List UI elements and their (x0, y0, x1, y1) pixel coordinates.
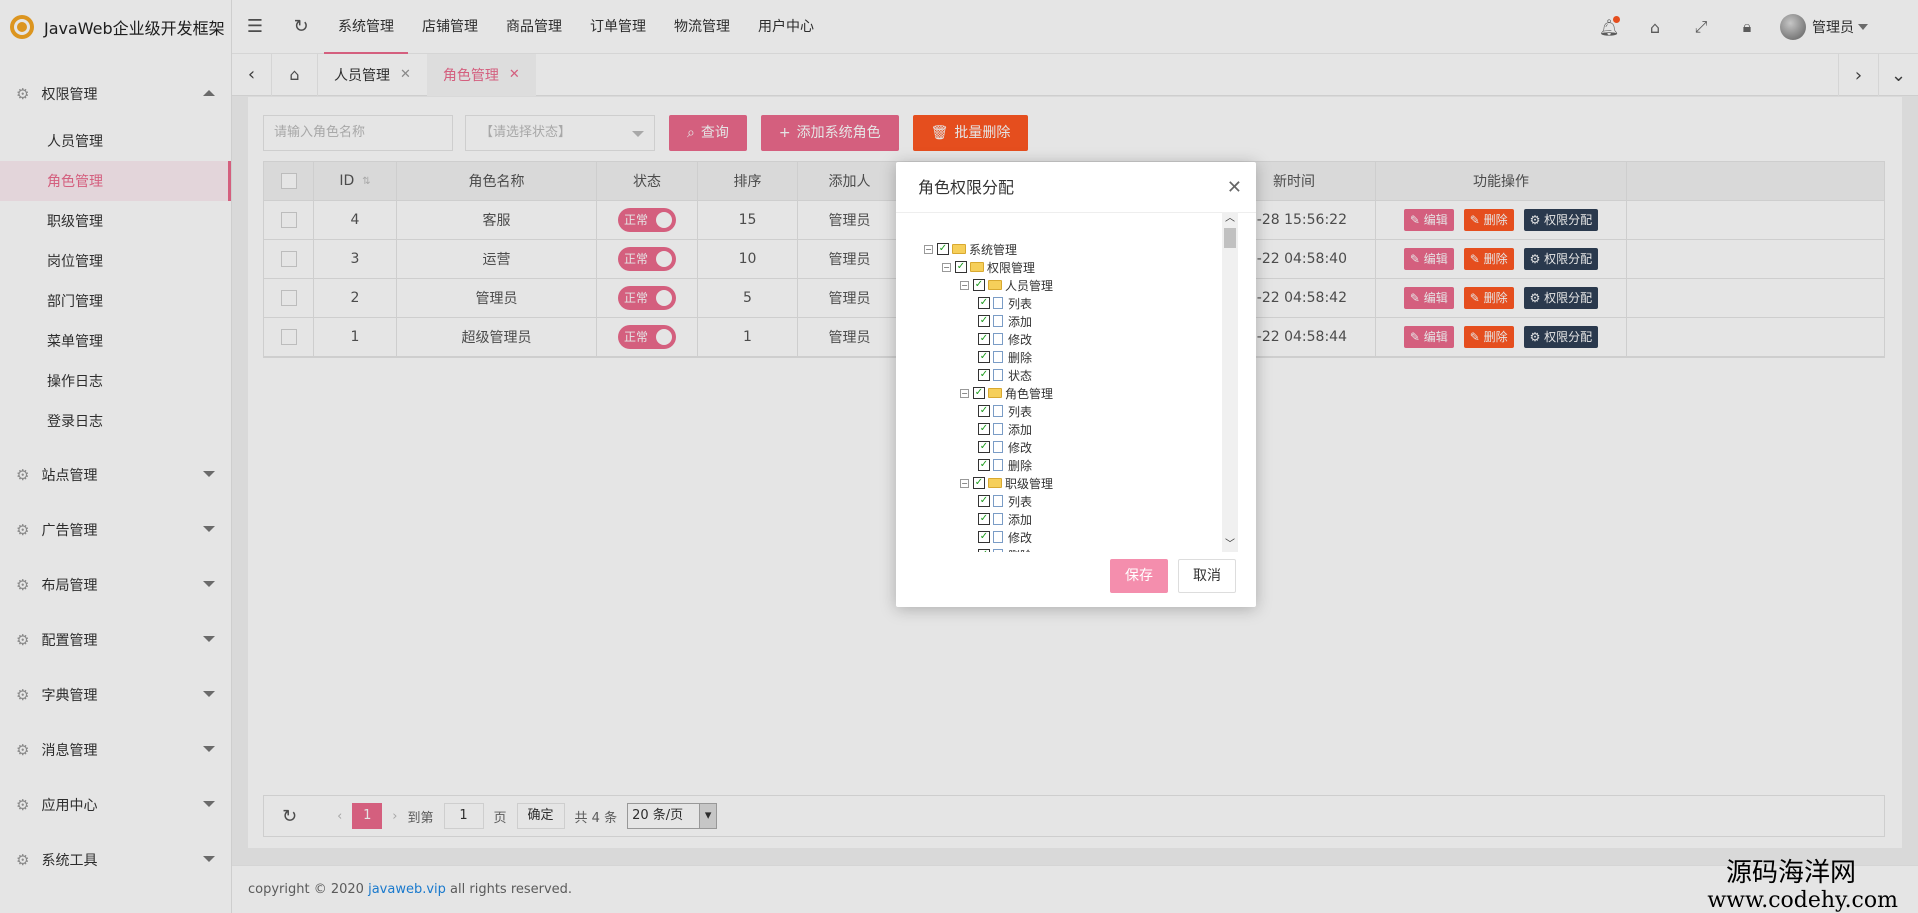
tree-node[interactable]: − ✓ 权限管理 (924, 258, 1214, 276)
tree-leaf[interactable]: ✓ 列表 (924, 402, 1214, 420)
tree-leaf[interactable]: ✓ 添加 (924, 420, 1214, 438)
file-icon (993, 351, 1003, 363)
folder-icon (952, 244, 966, 254)
tree-checkbox[interactable]: ✓ (978, 549, 990, 552)
tree-checkbox[interactable]: ✓ (978, 495, 990, 507)
tree-label: 修改 (1008, 440, 1033, 455)
folder-icon (970, 262, 984, 272)
file-icon (993, 531, 1003, 543)
tree-checkbox[interactable]: ✓ (973, 279, 985, 291)
file-icon (993, 495, 1003, 507)
file-icon (993, 549, 1003, 552)
tree-checkbox[interactable]: ✓ (978, 351, 990, 363)
tree-leaf[interactable]: ✓ 删除 (924, 546, 1214, 552)
tree-checkbox[interactable]: ✓ (978, 297, 990, 309)
file-icon (993, 423, 1003, 435)
tree-leaf[interactable]: ✓ 添加 (924, 510, 1214, 528)
scrollbar-thumb[interactable] (1224, 228, 1236, 248)
tree-label: 列表 (1008, 296, 1033, 311)
tree-label: 添加 (1008, 314, 1033, 329)
tree-label: 系统管理 (969, 242, 1018, 257)
tree-label: 状态 (1008, 368, 1033, 383)
modal-footer: 保存 取消 (1110, 559, 1236, 593)
scroll-up-icon[interactable]: ︿ (1222, 212, 1238, 226)
tree-checkbox[interactable]: ✓ (955, 261, 967, 273)
tree-node[interactable]: − ✓ 系统管理 (924, 240, 1214, 258)
tree-checkbox[interactable]: ✓ (937, 243, 949, 255)
tree-checkbox[interactable]: ✓ (973, 477, 985, 489)
file-icon (993, 513, 1003, 525)
file-icon (993, 405, 1003, 417)
tree-label: 权限管理 (987, 260, 1036, 275)
file-icon (993, 333, 1003, 345)
tree-scrollbar[interactable]: ︿ ﹀ (1222, 212, 1238, 552)
tree-label: 修改 (1008, 530, 1033, 545)
tree-label: 删除 (1008, 547, 1032, 553)
tree-label: 列表 (1008, 494, 1033, 509)
tree-leaf[interactable]: ✓ 状态 (924, 366, 1214, 384)
tree-leaf[interactable]: ✓ 列表 (924, 492, 1214, 510)
scroll-down-icon[interactable]: ﹀ (1222, 538, 1238, 552)
tree-label: 人员管理 (1005, 278, 1054, 293)
permission-tree-panel: − ✓ 系统管理 − ✓ 权限管理 − ✓ 人员管理 ✓ 列表 ✓ 添加 ✓ 修改 ✓ 删除 ✓ 状态… (914, 212, 1238, 552)
tree-checkbox[interactable]: ✓ (978, 531, 990, 543)
tree-checkbox[interactable]: ✓ (978, 315, 990, 327)
tree-checkbox[interactable]: ✓ (978, 441, 990, 453)
modal-title: 角色权限分配 (918, 178, 1015, 197)
tree-checkbox[interactable]: ✓ (973, 387, 985, 399)
collapse-icon[interactable]: − (942, 262, 951, 272)
save-button[interactable]: 保存 (1110, 559, 1168, 593)
tree-label: 添加 (1008, 422, 1033, 437)
tree-node[interactable]: − ✓ 职级管理 (924, 474, 1214, 492)
permission-modal: 角色权限分配 ✕ − ✓ 系统管理 − ✓ 权限管理 − ✓ 人员管理 ✓ 列表 ✓ 添加 ✓ 修… (896, 162, 1256, 607)
tree-label: 角色管理 (1005, 386, 1054, 401)
collapse-icon[interactable]: − (960, 280, 969, 290)
tree-leaf[interactable]: ✓ 删除 (924, 456, 1214, 474)
collapse-icon[interactable]: − (960, 478, 969, 488)
tree-leaf[interactable]: ✓ 添加 (924, 312, 1214, 330)
tree-label: 修改 (1008, 332, 1033, 347)
tree-label: 职级管理 (1005, 476, 1054, 491)
cancel-button[interactable]: 取消 (1178, 559, 1236, 593)
tree-label: 添加 (1008, 512, 1033, 527)
file-icon (993, 459, 1003, 471)
tree-leaf[interactable]: ✓ 修改 (924, 330, 1214, 348)
tree-leaf[interactable]: ✓ 删除 (924, 348, 1214, 366)
modal-header: 角色权限分配 ✕ (896, 162, 1256, 213)
collapse-icon[interactable]: − (960, 388, 969, 398)
collapse-icon[interactable]: − (924, 244, 933, 254)
tree-leaf[interactable]: ✓ 列表 (924, 294, 1214, 312)
folder-icon (988, 388, 1002, 398)
tree-label: 列表 (1008, 404, 1033, 419)
close-icon[interactable]: ✕ (1227, 162, 1242, 213)
tree-checkbox[interactable]: ✓ (978, 369, 990, 381)
tree-label: 删除 (1008, 350, 1033, 365)
tree-checkbox[interactable]: ✓ (978, 405, 990, 417)
tree-checkbox[interactable]: ✓ (978, 333, 990, 345)
folder-icon (988, 280, 1002, 290)
file-icon (993, 315, 1003, 327)
tree-checkbox[interactable]: ✓ (978, 513, 990, 525)
tree-checkbox[interactable]: ✓ (978, 459, 990, 471)
tree-node[interactable]: − ✓ 角色管理 (924, 384, 1214, 402)
tree-leaf[interactable]: ✓ 修改 (924, 528, 1214, 546)
tree-label: 删除 (1008, 458, 1033, 473)
folder-icon (988, 478, 1002, 488)
permission-tree: − ✓ 系统管理 − ✓ 权限管理 − ✓ 人员管理 ✓ 列表 ✓ 添加 ✓ 修改 ✓ 删除 ✓ 状态… (924, 240, 1214, 552)
tree-node[interactable]: − ✓ 人员管理 (924, 276, 1214, 294)
tree-checkbox[interactable]: ✓ (978, 423, 990, 435)
tree-leaf[interactable]: ✓ 修改 (924, 438, 1214, 456)
file-icon (993, 369, 1003, 381)
file-icon (993, 441, 1003, 453)
file-icon (993, 297, 1003, 309)
